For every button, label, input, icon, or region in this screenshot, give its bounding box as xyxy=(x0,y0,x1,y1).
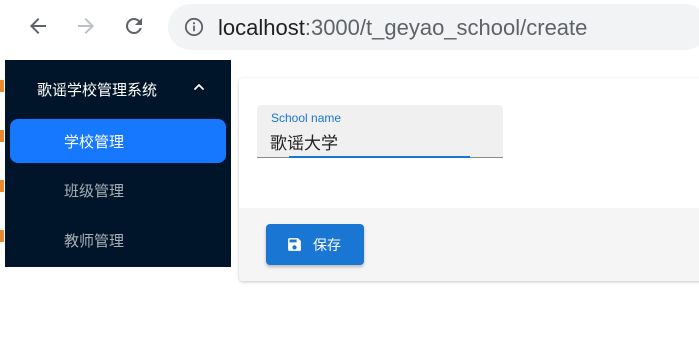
forward-button[interactable] xyxy=(72,12,100,40)
sidebar-item-class[interactable]: 班级管理 xyxy=(10,168,226,212)
url-path: :3000/t_geyao_school/create xyxy=(304,15,588,40)
chevron-up-icon[interactable] xyxy=(193,81,205,93)
address-bar[interactable]: localhost:3000/t_geyao_school/create xyxy=(168,4,699,50)
browser-toolbar: localhost:3000/t_geyao_school/create xyxy=(0,0,699,56)
url-host: localhost xyxy=(218,15,305,40)
sidebar-item-label: 学校管理 xyxy=(64,133,125,151)
sidebar-item-label: 班级管理 xyxy=(64,182,125,200)
school-name-input[interactable]: 歌谣大学 xyxy=(270,129,338,154)
floppy-disk-icon xyxy=(288,238,301,251)
url-text[interactable]: localhost:3000/t_geyao_school/create xyxy=(218,15,587,41)
edge-marker xyxy=(0,230,4,242)
school-name-label: School name xyxy=(271,111,342,125)
forward-arrow-icon xyxy=(78,18,94,34)
sidebar: 歌谣学校管理系统 学校管理 班级管理 教师管理 xyxy=(5,60,231,267)
sidebar-title[interactable]: 歌谣学校管理系统 xyxy=(37,79,157,100)
school-name-field[interactable]: School name 歌谣大学 xyxy=(257,105,503,158)
reload-button[interactable] xyxy=(120,12,148,40)
edge-marker xyxy=(0,180,4,192)
save-label: 保存 xyxy=(313,238,341,254)
back-button[interactable] xyxy=(24,12,52,40)
edge-marker xyxy=(0,130,4,142)
form-toolbar: 保存 xyxy=(239,208,699,281)
back-arrow-icon xyxy=(30,18,46,34)
reload-icon xyxy=(125,17,142,34)
edge-marker xyxy=(0,80,4,92)
sidebar-item-school[interactable]: 学校管理 xyxy=(10,119,226,163)
focus-underline xyxy=(289,156,470,158)
create-form-card: School name 歌谣大学 保存 xyxy=(239,78,699,281)
info-icon[interactable] xyxy=(184,17,204,37)
sidebar-item-label: 教师管理 xyxy=(64,232,125,250)
sidebar-item-teacher[interactable]: 教师管理 xyxy=(10,218,226,262)
save-button[interactable]: 保存 xyxy=(266,224,364,265)
